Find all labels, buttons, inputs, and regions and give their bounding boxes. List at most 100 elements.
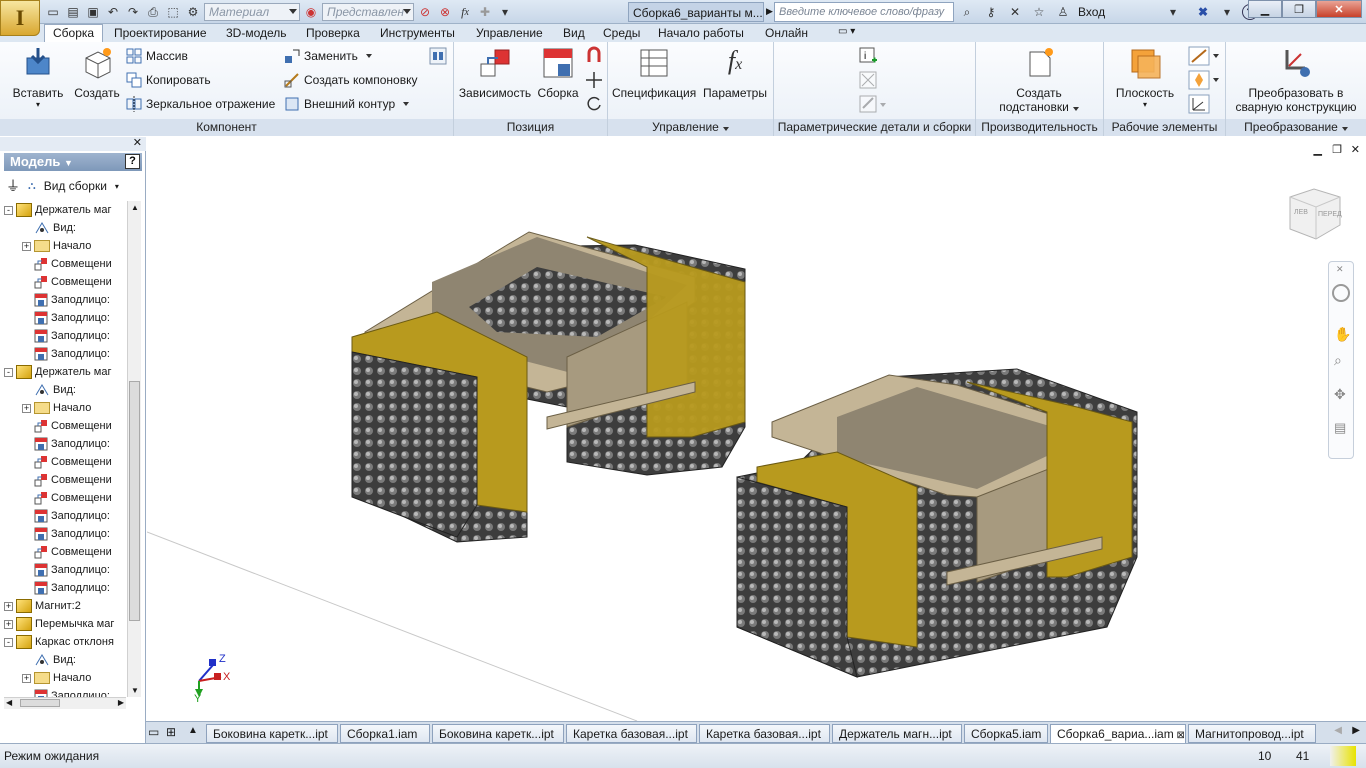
tree-node[interactable]: Совмещени xyxy=(22,417,112,435)
convert-dropdown-icon[interactable] xyxy=(1341,127,1348,131)
viewport-close-icon[interactable]: ✕ xyxy=(1351,143,1360,156)
shrinkwrap-dropdown-icon[interactable] xyxy=(403,102,410,106)
customize-dropdown-icon[interactable]: ▾ xyxy=(496,3,514,21)
print-icon[interactable]: ⎙ xyxy=(144,3,162,21)
assembly-view-label[interactable]: Вид сборки xyxy=(44,179,107,193)
tab-assemble[interactable]: Сборка xyxy=(44,24,104,42)
tree-node[interactable]: + Начало xyxy=(22,669,91,687)
tree-node[interactable]: Совмещени xyxy=(22,255,112,273)
tree-node[interactable]: Заподлицо: xyxy=(22,345,110,363)
tree-node[interactable]: Совмещени xyxy=(22,471,112,489)
tree-node[interactable]: - Держатель маг xyxy=(4,201,111,219)
scroll-down-icon[interactable]: ▼ xyxy=(131,686,139,695)
parameters-button[interactable]: fx Параметры xyxy=(700,46,770,100)
tree-node[interactable]: Вид: xyxy=(22,381,76,399)
model-canvas[interactable] xyxy=(146,137,1366,722)
exchange-x-icon[interactable]: ✖ xyxy=(1194,3,1212,21)
open-folder-icon[interactable]: ▤ xyxy=(64,3,82,21)
orbit-icon[interactable]: ✥ xyxy=(1334,386,1346,403)
tab-design[interactable]: Проектирование xyxy=(114,24,207,42)
expand-arrow-icon[interactable]: ▶ xyxy=(766,6,773,17)
document-tab[interactable]: Боковина каретк...ipt xyxy=(432,724,564,743)
view-dropdown-icon[interactable]: ▾ xyxy=(115,182,119,191)
tab-inspect[interactable]: Проверка xyxy=(306,24,360,42)
table-icon[interactable] xyxy=(858,70,878,90)
undo-icon[interactable]: ↶ xyxy=(104,3,122,21)
document-tab[interactable]: Магнитопровод...ipt xyxy=(1188,724,1316,743)
create-substitutes-button[interactable]: Создать подстановки xyxy=(984,46,1094,114)
tabs-scroll-right-icon[interactable]: ▶ xyxy=(1352,725,1360,736)
collapse-icon[interactable]: - xyxy=(4,205,13,215)
convert-to-weldment-button[interactable]: Преобразовать в сварную конструкцию xyxy=(1230,46,1362,114)
create-ipart-icon[interactable]: i xyxy=(858,46,878,66)
right-assembly[interactable] xyxy=(736,368,1138,678)
tree-node[interactable]: Совмещени xyxy=(22,453,112,471)
substitute-dropdown-icon[interactable] xyxy=(1072,107,1079,111)
work-axis-icon[interactable] xyxy=(1188,46,1222,66)
create-button[interactable]: Создать xyxy=(72,46,122,100)
replace-button[interactable]: Заменить xyxy=(284,46,372,66)
tree-node[interactable]: + Начало xyxy=(22,399,91,417)
tab-get-started[interactable]: Начало работы xyxy=(658,24,744,42)
document-tab[interactable]: Держатель магн...ipt xyxy=(832,724,962,743)
document-tab[interactable]: Боковина каретк...ipt xyxy=(206,724,338,743)
application-menu-button[interactable]: I xyxy=(0,0,40,36)
create-layout-button[interactable]: Создать компоновку xyxy=(284,70,417,90)
scroll-thumb[interactable] xyxy=(129,381,140,621)
expand-icon[interactable]: + xyxy=(4,601,13,611)
manage-group-label[interactable]: Управление xyxy=(608,119,773,136)
tile-grid-icon[interactable]: ⊞ xyxy=(166,725,176,739)
expand-icon[interactable]: + xyxy=(22,403,31,413)
collapse-icon[interactable]: - xyxy=(4,637,13,647)
help-search-input[interactable]: Введите ключевое слово/фразу xyxy=(774,2,954,22)
save-icon[interactable]: ▣ xyxy=(84,3,102,21)
graphics-viewport[interactable]: ▁ ❐ ✕ ЛЕВ ПЕРЕД ✕ ✋ ⌕ ✥ ▤ Z X Y xyxy=(146,137,1366,722)
tree-node[interactable]: Совмещени xyxy=(22,489,112,507)
key-icon[interactable]: ⚷ xyxy=(982,3,1000,21)
collapse-icon[interactable]: - xyxy=(4,367,13,377)
tree-node[interactable]: Совмещени xyxy=(22,273,112,291)
browser-header[interactable]: Модель ▼ ? xyxy=(4,153,142,171)
viewcube-front-face[interactable]: ПЕРЕД xyxy=(1318,211,1342,218)
user-icon[interactable]: ♙ xyxy=(1054,3,1072,21)
tree-node[interactable]: Заподлицо: xyxy=(22,291,110,309)
document-tab[interactable]: Сборка5.iam xyxy=(964,724,1048,743)
tab-online[interactable]: Онлайн xyxy=(765,24,808,42)
document-tab[interactable]: Каретка базовая...ipt xyxy=(566,724,697,743)
tree-node[interactable]: Заподлицо: xyxy=(22,561,110,579)
select-icon[interactable]: ⬚ xyxy=(164,3,182,21)
tree-node[interactable]: Вид: xyxy=(22,219,76,237)
tree-node[interactable]: + Начало xyxy=(22,237,91,255)
tree-node[interactable]: Заподлицо: xyxy=(22,579,110,597)
document-tab[interactable]: Каретка базовая...ipt xyxy=(699,724,830,743)
viewcube-left-face[interactable]: ЛЕВ xyxy=(1294,209,1308,216)
viewcube[interactable]: ЛЕВ ПЕРЕД xyxy=(1284,183,1346,245)
steering-wheel-icon[interactable] xyxy=(1332,284,1350,302)
tabs-scroll-left-icon[interactable]: ◀ xyxy=(1334,725,1342,736)
tree-node[interactable]: Заподлицо: xyxy=(22,525,110,543)
expand-icon[interactable]: + xyxy=(22,241,31,251)
document-tab[interactable]: Сборка6_вариа...iam ⊠ xyxy=(1050,724,1186,743)
communication-center-icon[interactable]: ✕ xyxy=(1006,3,1024,21)
update-icon[interactable]: ⚙ xyxy=(184,3,202,21)
mirror-button[interactable]: Зеркальное отражение xyxy=(126,94,275,114)
pan-hand-icon[interactable]: ✋ xyxy=(1334,326,1351,343)
filter-icon[interactable]: ⏚ xyxy=(6,176,20,196)
h-scroll-thumb[interactable] xyxy=(20,699,60,707)
sign-in-link[interactable]: Вход xyxy=(1078,5,1158,19)
replace-dropdown-icon[interactable] xyxy=(365,54,372,58)
scroll-up-icon[interactable]: ▲ xyxy=(131,203,139,212)
restore-button[interactable]: ❐ xyxy=(1282,0,1316,18)
browser-vertical-scrollbar[interactable]: ▲ ▼ xyxy=(127,201,141,697)
ucs-icon[interactable] xyxy=(1188,94,1210,114)
copy-button[interactable]: Копировать xyxy=(126,70,211,90)
appearance-override-icon[interactable]: ⊘ xyxy=(416,3,434,21)
scroll-right-icon[interactable]: ▶ xyxy=(118,698,124,707)
move-icon[interactable] xyxy=(584,70,604,90)
tree-node[interactable]: - Держатель маг xyxy=(4,363,111,381)
tree-node[interactable]: Вид: xyxy=(22,651,76,669)
navbar-close-icon[interactable]: ✕ xyxy=(1336,264,1344,275)
browser-title-dropdown-icon[interactable]: ▼ xyxy=(64,158,73,168)
ribbon-options-icon[interactable]: ▭ ▾ xyxy=(838,24,855,42)
open-documents-menu-icon[interactable]: ▲ xyxy=(188,725,198,736)
